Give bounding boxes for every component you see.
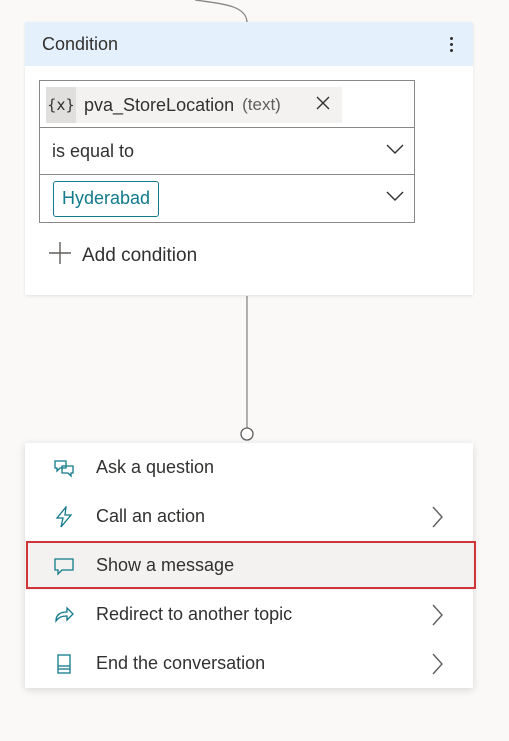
add-condition-label: Add condition xyxy=(82,244,198,266)
menu-item-label: End the conversation xyxy=(96,653,266,673)
variable-type: (text) xyxy=(242,95,281,114)
menu-item-label: Redirect to another topic xyxy=(96,604,293,624)
operator-value: is equal to xyxy=(52,140,135,161)
end-conversation-icon xyxy=(53,653,75,675)
connector-node[interactable] xyxy=(240,427,254,441)
operator-dropdown[interactable]: is equal to xyxy=(40,128,414,175)
condition-expression: {x} pva_StoreLocation (text) is equal to… xyxy=(39,80,415,223)
lightning-icon xyxy=(53,504,75,528)
menu-item-ask-question[interactable]: Ask a question xyxy=(25,443,473,492)
condition-header: Condition xyxy=(25,22,473,66)
chevron-right-icon xyxy=(431,604,443,631)
variable-icon: {x} xyxy=(46,87,76,123)
condition-card: Condition {x} pva_StoreLocation (text) i… xyxy=(25,22,473,295)
condition-title: Condition xyxy=(42,33,119,54)
chat-question-icon xyxy=(53,457,75,479)
plus-icon xyxy=(49,242,71,269)
variable-row[interactable]: {x} pva_StoreLocation (text) xyxy=(40,81,414,128)
variable-chip[interactable]: {x} pva_StoreLocation (text) xyxy=(46,87,342,123)
remove-variable-icon[interactable] xyxy=(316,94,330,115)
chevron-down-icon xyxy=(386,142,404,160)
value-dropdown[interactable]: Hyderabad xyxy=(40,175,414,222)
menu-item-label: Ask a question xyxy=(96,457,215,477)
menu-item-call-action[interactable]: Call an action xyxy=(25,492,473,541)
message-icon xyxy=(53,555,75,577)
variable-name: pva_StoreLocation xyxy=(84,94,235,115)
value-chip[interactable]: Hyderabad xyxy=(53,180,160,217)
menu-item-label: Show a message xyxy=(96,555,235,575)
redirect-arrow-icon xyxy=(53,604,75,626)
chevron-down-icon xyxy=(386,189,404,207)
menu-item-end-conversation[interactable]: End the conversation xyxy=(25,639,473,688)
menu-item-show-message[interactable]: Show a message xyxy=(25,541,473,590)
menu-item-redirect-topic[interactable]: Redirect to another topic xyxy=(25,590,473,639)
chevron-right-icon xyxy=(431,653,443,680)
menu-item-label: Call an action xyxy=(96,506,206,526)
add-node-menu: Ask a question Call an action Show a mes… xyxy=(25,443,473,688)
add-condition-button[interactable]: Add condition xyxy=(49,242,197,269)
chevron-right-icon xyxy=(431,506,443,533)
more-options-icon[interactable] xyxy=(445,36,457,52)
